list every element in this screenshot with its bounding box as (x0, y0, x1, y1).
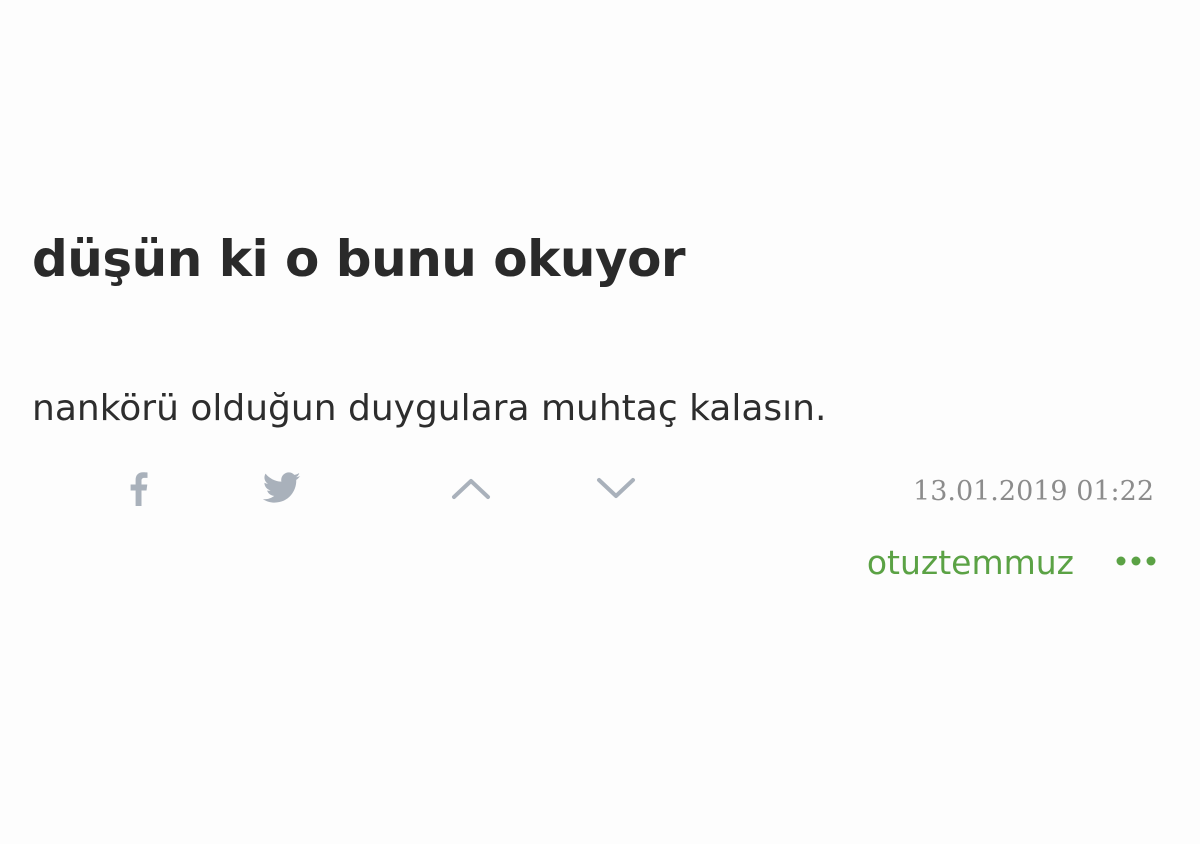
author-link[interactable]: otuztemmuz (867, 540, 1074, 586)
twitter-icon (263, 472, 301, 503)
share-twitter-button[interactable] (258, 464, 306, 512)
share-facebook-button[interactable] (114, 464, 162, 512)
chevron-down-icon (597, 478, 635, 498)
more-options-button[interactable] (1112, 546, 1160, 576)
facebook-icon (130, 472, 148, 506)
entry-title[interactable]: düşün ki o bunu okuyor (32, 224, 686, 294)
ellipsis-icon (1116, 556, 1156, 566)
entry-content: nankörü olduğun duygulara muhtaç kalasın… (32, 388, 827, 429)
entry-date[interactable]: 13.01.2019 01:22 (913, 473, 1154, 511)
entry-card: düşün ki o bunu okuyor nankörü olduğun d… (0, 0, 1200, 844)
upvote-button[interactable] (447, 464, 495, 512)
chevron-up-icon (452, 479, 490, 499)
downvote-button[interactable] (592, 464, 640, 512)
